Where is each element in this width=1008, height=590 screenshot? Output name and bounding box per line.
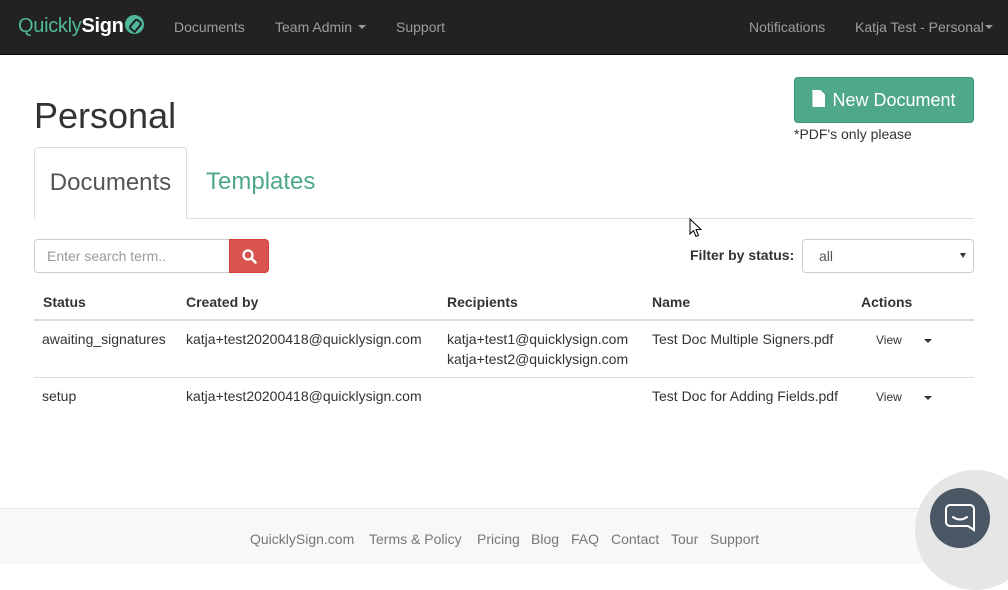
chevron-down-icon: [960, 253, 966, 258]
cell-recipient: katja+test1@quicklysign.com: [447, 331, 629, 347]
footer-link-faq[interactable]: FAQ: [571, 531, 599, 547]
cell-document-name[interactable]: Test Doc for Adding Fields.pdf: [652, 386, 838, 406]
pdf-only-note: *PDF's only please: [794, 126, 912, 142]
footer-link-quicklysign[interactable]: QuicklySign.com: [250, 531, 354, 547]
row-divider: [34, 377, 974, 378]
nav-notifications[interactable]: Notifications: [749, 18, 825, 36]
column-header-status: Status: [43, 294, 86, 310]
nav-support[interactable]: Support: [396, 18, 445, 36]
brand-logo[interactable]: QuicklySign: [18, 13, 144, 39]
tab-templates[interactable]: Templates: [206, 147, 315, 219]
cell-status: awaiting_signatures: [42, 331, 166, 347]
mouse-cursor-icon: [689, 218, 703, 238]
brand-name-part1: Quickly: [18, 15, 82, 37]
new-document-label: New Document: [832, 90, 956, 110]
search-button[interactable]: [229, 239, 269, 273]
chat-icon: [945, 504, 975, 532]
view-button[interactable]: View: [876, 332, 902, 348]
file-icon: [812, 90, 826, 107]
pen-nib-icon: [124, 15, 144, 34]
tab-documents[interactable]: Documents: [34, 147, 187, 219]
nav-documents[interactable]: Documents: [174, 18, 245, 36]
new-document-button[interactable]: New Document: [794, 77, 974, 123]
filter-status-label: Filter by status:: [690, 247, 795, 263]
cell-status: setup: [42, 388, 77, 404]
column-header-recipients: Recipients: [447, 294, 518, 310]
brand-name-part2: Sign: [81, 15, 124, 37]
column-header-name: Name: [652, 294, 691, 310]
footer-link-terms[interactable]: Terms & Policy: [369, 531, 462, 547]
top-navbar: QuicklySign Documents Team Admin Support…: [0, 0, 1008, 55]
cell-recipient: katja+test2@quicklysign.com: [447, 351, 629, 367]
footer-link-blog[interactable]: Blog: [531, 531, 559, 547]
view-button[interactable]: View: [876, 389, 902, 405]
cell-document-name[interactable]: Test Doc Multiple Signers.pdf: [652, 329, 833, 349]
nav-team-admin-label: Team Admin: [275, 19, 353, 35]
column-header-created-by: Created by: [186, 294, 259, 310]
user-menu-label: Katja Test - Personal: [855, 19, 984, 35]
filter-status-value: all: [819, 248, 834, 264]
cell-created-by: katja+test20200418@quicklysign.com: [186, 331, 422, 347]
footer-link-contact[interactable]: Contact: [611, 531, 659, 547]
cell-created-by: katja+test20200418@quicklysign.com: [186, 388, 422, 404]
footer-link-support[interactable]: Support: [710, 531, 759, 547]
footer-link-tour[interactable]: Tour: [671, 531, 698, 547]
nav-team-admin[interactable]: Team Admin: [275, 18, 367, 36]
chevron-down-icon: [358, 25, 367, 29]
chat-launcher-button[interactable]: [930, 488, 990, 548]
chevron-down-icon: [984, 25, 993, 29]
filter-status-select[interactable]: all: [802, 239, 974, 273]
table-header-divider: [34, 319, 974, 321]
search-icon: [242, 249, 257, 264]
search-input[interactable]: [34, 239, 230, 273]
footer-link-pricing[interactable]: Pricing: [477, 531, 520, 547]
page-title: Personal: [34, 95, 177, 136]
chevron-down-icon[interactable]: [924, 339, 932, 343]
chevron-down-icon[interactable]: [924, 396, 932, 400]
user-menu[interactable]: Katja Test - Personal: [855, 18, 993, 36]
column-header-actions: Actions: [861, 294, 913, 310]
